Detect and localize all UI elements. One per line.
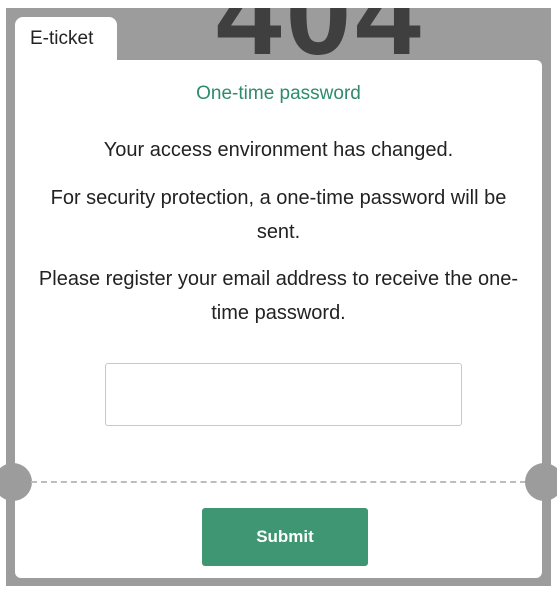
ticket-tab-label: E-ticket <box>30 28 94 49</box>
security-message: For security protection, a one-time pass… <box>50 187 507 243</box>
ticket-card: One-time password Your access environmen… <box>0 60 557 578</box>
email-input[interactable] <box>105 363 462 426</box>
ticket-tab: E-ticket <box>15 17 117 61</box>
submit-button[interactable]: Submit <box>202 508 368 566</box>
environment-changed-message: Your access environment has changed. <box>103 139 454 161</box>
otp-title: One-time password <box>196 83 361 104</box>
ticket-perforation-divider <box>31 481 526 483</box>
ticket-notch-right <box>525 463 557 501</box>
register-email-message: Please register your email address to re… <box>38 268 519 324</box>
ticket-notch-left <box>0 463 32 501</box>
